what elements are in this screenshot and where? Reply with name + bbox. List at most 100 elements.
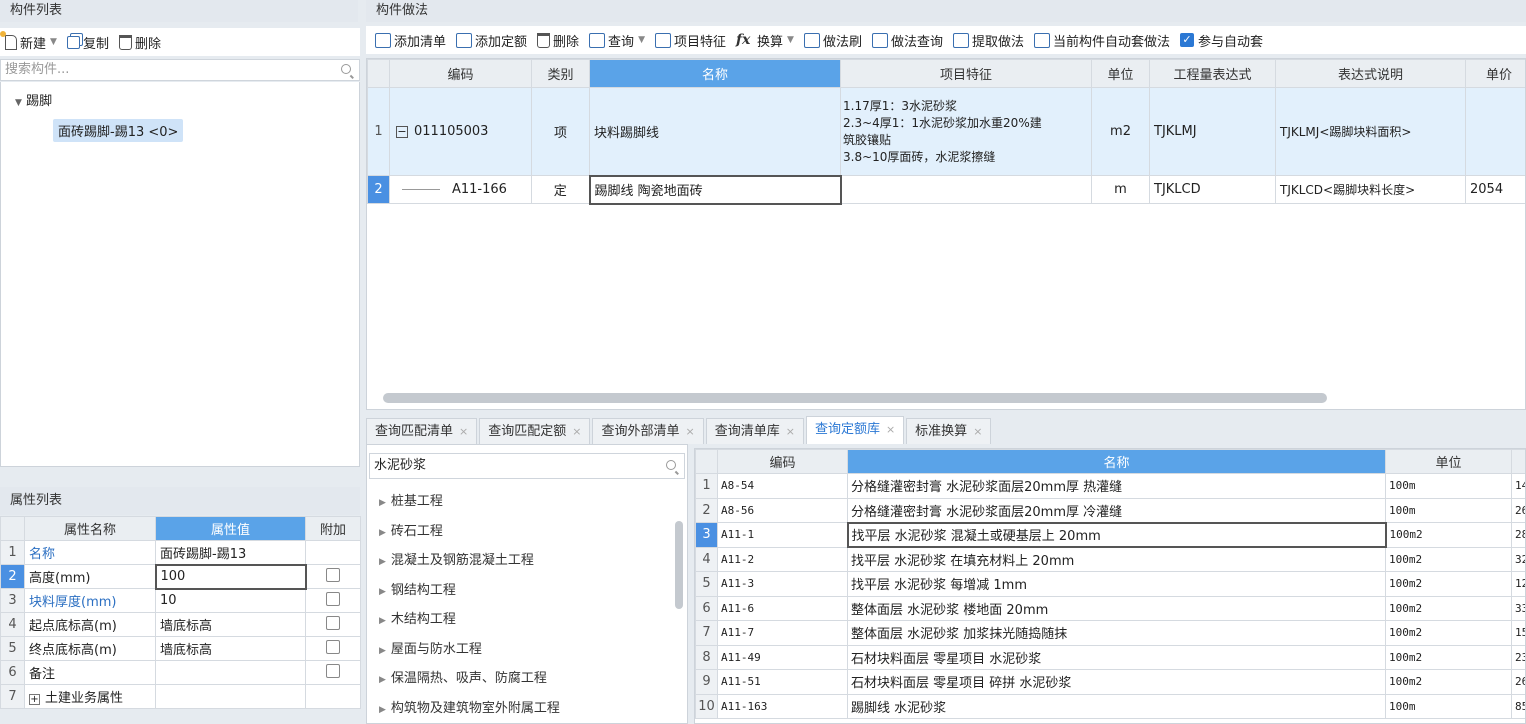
close-icon[interactable]: ×: [886, 423, 895, 436]
tab-query-quota-lib[interactable]: 查询定额库 ×: [805, 416, 905, 444]
search-icon[interactable]: [666, 460, 676, 470]
height-value-input[interactable]: 100: [154, 563, 307, 590]
table-row[interactable]: 5 A11-3 找平层 水泥砂浆 每增减 1mm 100m2 12: [695, 571, 1525, 597]
convert-button[interactable]: fx 换算 ▼: [731, 28, 799, 52]
col-header-feature[interactable]: 项目特征: [840, 59, 1092, 88]
vertical-scrollbar[interactable]: [675, 521, 683, 609]
table-row[interactable]: 4 起点底标高(m) 墙底标高: [0, 612, 361, 637]
col-header-code[interactable]: 编码: [389, 59, 532, 88]
col-header-price[interactable]: 单价: [1465, 59, 1525, 88]
col-header-code[interactable]: 编码: [717, 449, 848, 474]
expand-plus-icon[interactable]: +: [29, 694, 40, 705]
method-brush-button[interactable]: 做法刷: [799, 28, 867, 52]
chevron-down-icon[interactable]: ▼: [50, 37, 57, 47]
add-quota-button[interactable]: 添加定额: [451, 28, 532, 52]
col-header-name[interactable]: 名称: [847, 449, 1386, 474]
close-icon[interactable]: ×: [572, 425, 581, 438]
table-row[interactable]: 1 −011105003 项 块料踢脚线 1.17厚1：3水泥砂浆 2.3~4厚…: [367, 87, 1525, 176]
close-icon[interactable]: ×: [973, 425, 982, 438]
copy-button[interactable]: 复制: [62, 30, 114, 54]
extra-checkbox[interactable]: [326, 663, 340, 678]
add-quota-icon: [456, 32, 473, 48]
query-tab-strip: 查询匹配清单 × 查询匹配定额 × 查询外部清单 × 查询清单库 × 查询定额库 × 标准…: [366, 414, 993, 444]
table-row[interactable]: 3 A11-1 找平层 水泥砂浆 混凝土或硬基层上 20mm 100m2 28: [695, 521, 1525, 548]
table-row[interactable]: 10 A11-163 踢脚线 水泥砂浆 100m 85: [695, 693, 1525, 719]
col-header-unit[interactable]: 单位: [1385, 449, 1512, 474]
tab-query-match-list[interactable]: 查询匹配清单 ×: [366, 418, 478, 444]
participate-auto-checkbox[interactable]: ✓ 参与自动套: [1175, 28, 1268, 52]
table-row[interactable]: 4 A11-2 找平层 水泥砂浆 在填充材料上 20mm 100m2 32: [695, 546, 1525, 572]
tab-standard-convert[interactable]: 标准换算 ×: [906, 418, 992, 444]
list-item[interactable]: ▶ 钢结构工程: [367, 576, 673, 606]
tree-item-skirting-tile[interactable]: 面砖踢脚-踢13 <0>: [53, 119, 184, 142]
close-icon[interactable]: ×: [786, 425, 795, 438]
table-row[interactable]: 7 + 土建业务属性: [0, 684, 361, 709]
list-item[interactable]: ▶ 构筑物及建筑物室外附属工程: [367, 694, 673, 724]
col-header-expr-desc[interactable]: 表达式说明: [1275, 59, 1466, 88]
quota-search-input[interactable]: 水泥砂浆: [369, 453, 685, 479]
extra-checkbox[interactable]: [326, 639, 340, 654]
table-row[interactable]: 6 备注: [0, 660, 361, 685]
extra-checkbox[interactable]: [326, 591, 340, 606]
table-row[interactable]: 2 高度(mm) 100: [0, 563, 361, 590]
method-query-icon: [871, 32, 888, 48]
method-query-button[interactable]: 做法查询: [867, 28, 948, 52]
list-item[interactable]: ▶ 砖石工程: [367, 517, 673, 547]
quota-name-input[interactable]: 踢脚线 陶瓷地面砖: [588, 174, 842, 205]
tab-query-match-quota[interactable]: 查询匹配定额 ×: [479, 418, 591, 444]
query-button[interactable]: 查询 ▼: [584, 28, 650, 52]
table-row[interactable]: 9 A11-51 石材块料面层 零星项目 碎拼 水泥砂浆 100m2 26: [695, 669, 1525, 695]
auto-set-method-button[interactable]: 当前构件自动套做法: [1029, 28, 1175, 52]
query-icon: [589, 32, 606, 48]
new-button[interactable]: 新建 ▼: [0, 30, 62, 54]
tree-connector-icon: [402, 189, 440, 190]
close-icon[interactable]: ×: [685, 425, 694, 438]
col-header-unit[interactable]: 单位: [1091, 59, 1150, 88]
chevron-right-icon: ▶: [379, 704, 386, 715]
table-row[interactable]: 1 名称 面砖踢脚-踢13: [0, 540, 361, 565]
search-icon[interactable]: [341, 64, 351, 74]
brush-icon: [803, 32, 820, 48]
extra-checkbox[interactable]: [326, 567, 341, 582]
extra-checkbox[interactable]: [326, 615, 340, 630]
col-header-type[interactable]: 类别: [531, 59, 590, 88]
add-list-icon: [375, 32, 391, 48]
table-row[interactable]: 2 A8-56 分格缝灌密封膏 水泥砂浆面层20mm厚 冷灌缝 100m 26: [695, 497, 1525, 523]
copy-icon: [66, 35, 80, 49]
extract-method-button[interactable]: 提取做法: [948, 28, 1029, 52]
list-item[interactable]: ▶ 桩基工程: [367, 487, 673, 517]
component-search-input[interactable]: 搜索构件...: [0, 59, 360, 81]
delete-method-button[interactable]: 删除: [532, 28, 584, 52]
list-item[interactable]: ▶ 保温隔热、吸声、防腐工程: [367, 664, 673, 694]
quota-results-table: 编码 名称 单位 1 A8-54 分格缝灌密封膏 水泥砂浆面层20mm厚 热灌缝…: [695, 449, 1525, 719]
col-header-expr[interactable]: 工程量表达式: [1149, 59, 1276, 88]
extract-icon: [952, 32, 969, 48]
chevron-right-icon: ▶: [379, 616, 386, 626]
collapse-minus-icon[interactable]: −: [396, 126, 408, 138]
chevron-down-icon[interactable]: ▼: [787, 35, 794, 45]
chevron-down-icon[interactable]: ▼: [15, 98, 22, 108]
chevron-down-icon[interactable]: ▼: [638, 35, 645, 45]
table-row[interactable]: 2 A11-166 定 踢脚线 陶瓷地面砖 m TJKLCD TJKLCD<踢脚…: [367, 174, 1525, 205]
method-table-pane: 编码 类别 名称 项目特征 单位 工程量表达式 表达式说明 单价 1 −0111…: [366, 58, 1526, 410]
add-list-button[interactable]: 添加清单: [370, 28, 451, 52]
list-item[interactable]: ▶ 屋面与防水工程: [367, 635, 673, 665]
col-header-name[interactable]: 名称: [589, 59, 841, 88]
table-row[interactable]: 3 块料厚度(mm) 10: [0, 588, 361, 613]
table-row[interactable]: 5 终点底标高(m) 墙底标高: [0, 636, 361, 661]
tab-query-external-list[interactable]: 查询外部清单 ×: [592, 418, 704, 444]
table-row[interactable]: 7 A11-7 整体面层 水泥砂浆 加浆抹光随捣随抹 100m2 15: [695, 620, 1525, 646]
table-row[interactable]: 6 A11-6 整体面层 水泥砂浆 楼地面 20mm 100m2 33: [695, 595, 1525, 621]
table-row[interactable]: 1 A8-54 分格缝灌密封膏 水泥砂浆面层20mm厚 热灌缝 100m 14: [695, 473, 1525, 499]
col-header-extra: 附加: [305, 516, 361, 541]
delete-button[interactable]: 删除: [114, 30, 166, 54]
feature-button[interactable]: 项目特征: [650, 28, 731, 52]
list-item[interactable]: ▶ 木结构工程: [367, 605, 673, 635]
component-tree: ▼ 踢脚 面砖踢脚-踢13 <0>: [0, 82, 360, 467]
tab-query-list-lib[interactable]: 查询清单库 ×: [705, 418, 804, 444]
table-row[interactable]: 8 A11-49 石材块料面层 零星项目 水泥砂浆 100m2 23: [695, 644, 1525, 670]
tree-group-skirting[interactable]: ▼ 踢脚: [15, 90, 52, 109]
horizontal-scrollbar[interactable]: [383, 393, 1327, 403]
close-icon[interactable]: ×: [459, 425, 468, 438]
list-item[interactable]: ▶ 混凝土及钢筋混凝土工程: [367, 546, 673, 576]
